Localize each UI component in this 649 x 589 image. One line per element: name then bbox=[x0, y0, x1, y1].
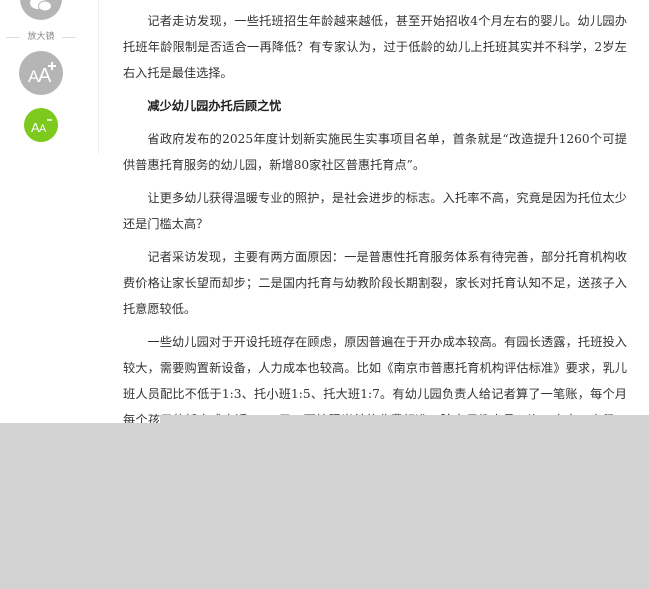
wechat-icon bbox=[30, 0, 52, 12]
paywall-overlay bbox=[0, 423, 649, 589]
magnifier-section: 放大镜 bbox=[6, 31, 76, 43]
paywall-overlay-edge bbox=[160, 415, 649, 423]
font-decrease-icon: A A bbox=[31, 119, 52, 135]
svg-text:A: A bbox=[39, 123, 47, 135]
wechat-share-button[interactable] bbox=[20, 0, 62, 20]
article-toolbar: 放大镜 A A A A bbox=[0, 0, 99, 154]
font-increase-button[interactable]: A A bbox=[19, 51, 63, 95]
font-decrease-button[interactable]: A A bbox=[24, 108, 58, 142]
paragraph-1: 记者走访发现，一些托班招生年龄越来越低，甚至开始招收4个月左右的婴儿。幼儿园办托… bbox=[123, 14, 627, 80]
article-body: 记者走访发现，一些托班招生年龄越来越低，甚至开始招收4个月左右的婴儿。幼儿园办托… bbox=[123, 8, 627, 466]
font-increase-icon: A A bbox=[28, 62, 56, 87]
section-heading: 减少幼儿园办托后顾之忧 bbox=[147, 99, 282, 113]
paragraph-3: 让更多幼儿获得温暖专业的照护，是社会进步的标志。入托率不高，究竟是因为托位太少还… bbox=[123, 191, 627, 231]
paragraph-2: 省政府发布的2025年度计划新实施民生实事项目名单，首条就是“改造提升1260个… bbox=[123, 132, 627, 172]
paragraph-4: 记者采访发现，主要有两方面原因：一是普惠性托育服务体系有待完善，部分托育机构收费… bbox=[123, 250, 627, 316]
divider-right bbox=[62, 37, 76, 38]
svg-text:A: A bbox=[38, 65, 52, 87]
